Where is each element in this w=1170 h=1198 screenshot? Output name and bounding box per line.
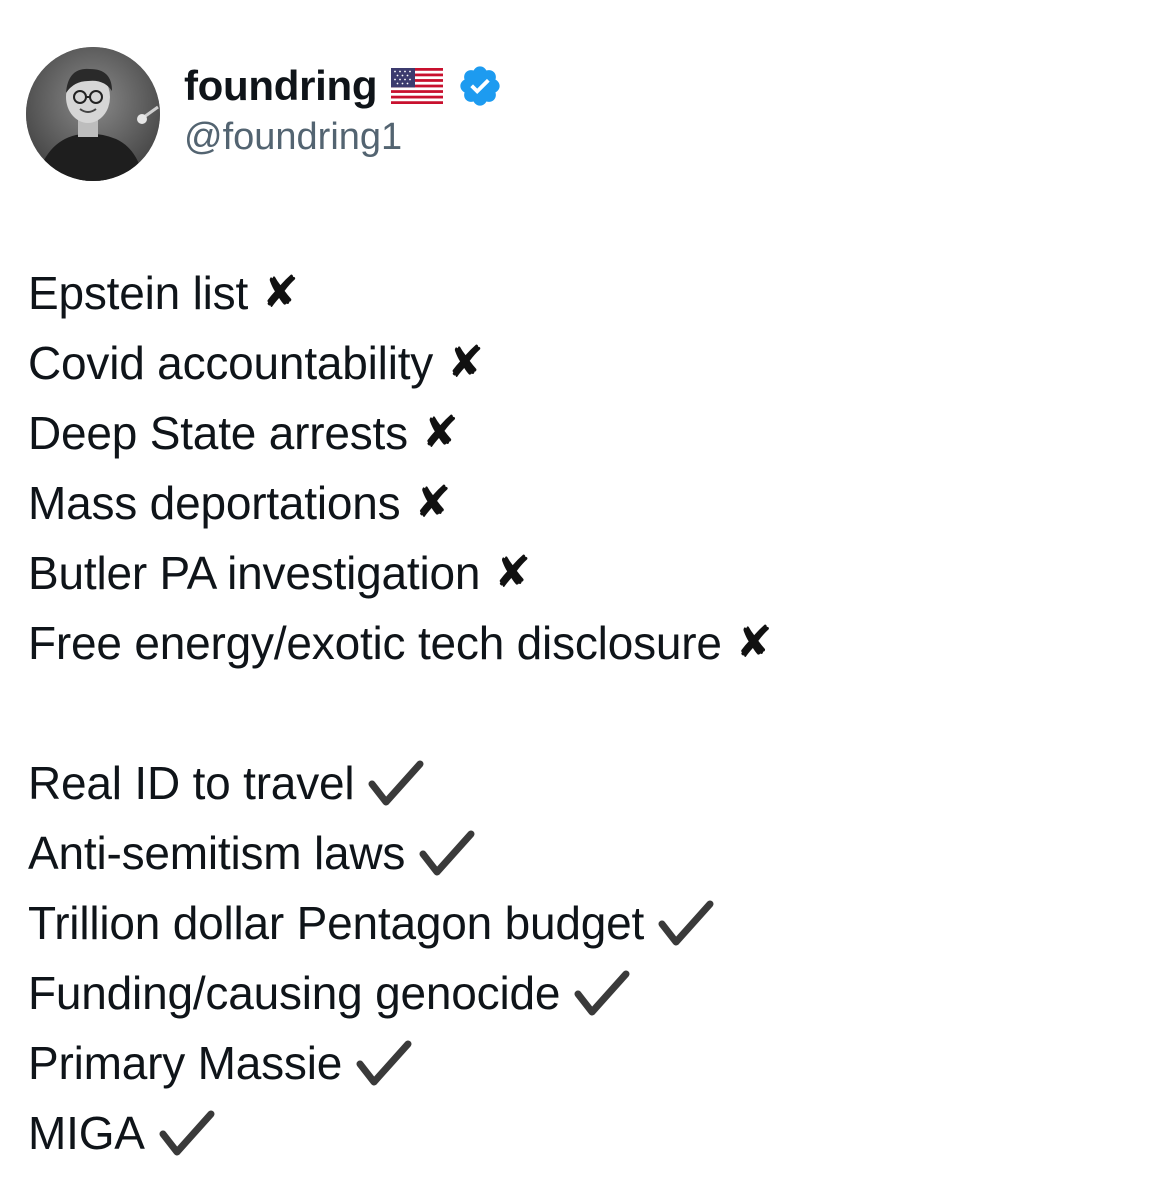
handle[interactable]: @foundring1 (184, 116, 503, 159)
item-text: Funding/causing genocide (28, 967, 561, 1019)
check-icon (159, 1110, 215, 1156)
list-item: MIGA (28, 1098, 772, 1168)
author-names: foundring @foundring1 (184, 60, 503, 159)
cross-icon: ✘ (421, 408, 459, 457)
tweet-header: foundring @foundring1 (26, 47, 503, 181)
tweet: foundring @foundring1 Epstein list ✘ Cov… (0, 0, 1170, 1198)
item-text: Butler PA investigation (28, 547, 481, 599)
verified-badge-icon[interactable] (457, 63, 503, 109)
item-text: Deep State arrests (28, 407, 408, 459)
item-text: Free energy/exotic tech disclosure (28, 617, 722, 669)
item-text: Real ID to travel (28, 757, 355, 809)
item-text: Trillion dollar Pentagon budget (28, 897, 645, 949)
item-text: Covid accountability (28, 337, 434, 389)
item-text: Epstein list (28, 267, 249, 319)
list-item: Trillion dollar Pentagon budget (28, 888, 772, 958)
list-item: Anti-semitism laws (28, 818, 772, 888)
list-item: Mass deportations ✘ (28, 468, 772, 538)
cross-icon: ✘ (735, 618, 773, 667)
item-text: Anti-semitism laws (28, 827, 406, 879)
check-icon (368, 760, 424, 806)
item-text: Primary Massie (28, 1037, 343, 1089)
list-item: Deep State arrests ✘ (28, 398, 772, 468)
tweet-text: Epstein list ✘ Covid accountability ✘ De… (28, 258, 773, 1168)
list-item: Primary Massie (28, 1028, 772, 1098)
list-item: Funding/causing genocide (28, 958, 772, 1028)
check-icon (658, 900, 714, 946)
item-text: Mass deportations (28, 477, 401, 529)
list-item: Free energy/exotic tech disclosure ✘ (28, 608, 773, 678)
cross-icon: ✘ (414, 478, 452, 527)
cross-icon: ✘ (447, 338, 484, 387)
cross-icon: ✘ (494, 548, 531, 597)
avatar[interactable] (26, 47, 160, 181)
check-icon (419, 830, 475, 876)
list-item: Epstein list ✘ (28, 258, 772, 328)
check-icon (574, 970, 630, 1016)
cross-icon: ✘ (262, 268, 299, 317)
list-item: Real ID to travel (28, 748, 772, 818)
us-flag-icon (391, 67, 444, 104)
list-item: Covid accountability ✘ (28, 328, 772, 398)
name-row: foundring (184, 60, 503, 112)
display-name[interactable]: foundring (184, 62, 378, 110)
list-item: Butler PA investigation ✘ (28, 538, 772, 608)
item-text: MIGA (28, 1107, 145, 1159)
check-icon (356, 1040, 412, 1086)
